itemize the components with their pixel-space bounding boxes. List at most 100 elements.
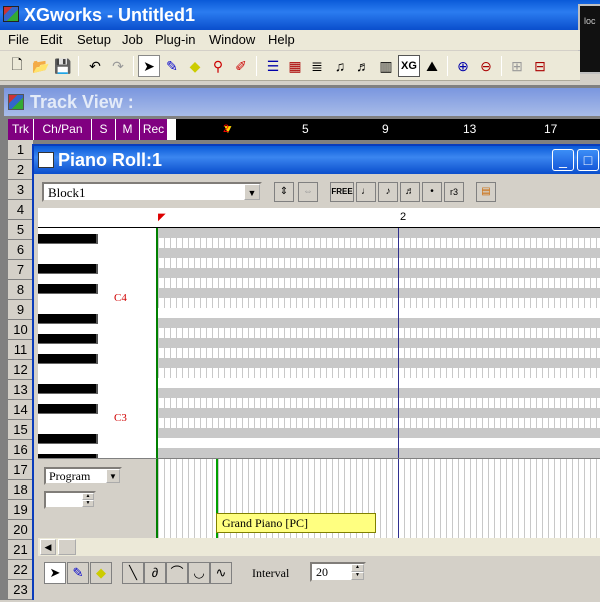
- header-rec[interactable]: Rec: [140, 119, 168, 140]
- free-grid-button[interactable]: FREE: [330, 182, 354, 202]
- zoom-x-icon[interactable]: ⊞: [506, 55, 528, 77]
- menu-help[interactable]: Help: [268, 32, 295, 47]
- minimize-button[interactable]: _: [552, 149, 574, 171]
- menu-window[interactable]: Window: [209, 32, 255, 47]
- track-row-number[interactable]: 9: [8, 300, 34, 320]
- start-marker-icon[interactable]: ◤: [158, 212, 166, 223]
- track-row-number[interactable]: 21: [8, 540, 34, 560]
- eraser-icon[interactable]: ◆: [90, 562, 112, 584]
- block-select[interactable]: Block1 ▼: [42, 182, 262, 202]
- controller-type-select[interactable]: Program ▼: [44, 467, 122, 485]
- new-file-icon[interactable]: 🗋: [6, 55, 28, 77]
- menu-plugin[interactable]: Plug-in: [155, 32, 195, 47]
- track-row-number[interactable]: 3: [8, 180, 34, 200]
- menu-job[interactable]: Job: [122, 32, 143, 47]
- mixer-icon[interactable]: ⛰: [421, 55, 443, 77]
- dotted-note-icon[interactable]: •: [422, 182, 442, 202]
- track-row-number[interactable]: 6: [8, 240, 34, 260]
- wave-tool-icon[interactable]: ∿: [210, 562, 232, 584]
- black-key[interactable]: [38, 264, 98, 274]
- grid-icon[interactable]: ▥: [375, 55, 397, 77]
- score-icon[interactable]: ≣: [306, 55, 328, 77]
- piano-roll-icon[interactable]: [38, 152, 54, 168]
- program-change-event[interactable]: Grand Piano [PC]: [216, 513, 376, 533]
- maximize-button[interactable]: □: [577, 149, 599, 171]
- track-row-number[interactable]: 17: [8, 460, 34, 480]
- zoom-y-icon[interactable]: ⊟: [529, 55, 551, 77]
- track-row-number[interactable]: 15: [8, 420, 34, 440]
- select-arrow-icon[interactable]: ➤: [138, 55, 160, 77]
- curve-tool-icon[interactable]: ∂: [144, 562, 166, 584]
- zoom-out-icon[interactable]: ⊖: [475, 55, 497, 77]
- track-row-number[interactable]: 8: [8, 280, 34, 300]
- zoom-in-icon[interactable]: ⊕: [452, 55, 474, 77]
- chevron-down-icon[interactable]: ▼: [244, 184, 260, 200]
- black-key[interactable]: [38, 334, 98, 344]
- menu-edit[interactable]: Edit: [40, 32, 62, 47]
- eraser-icon[interactable]: ◆: [184, 55, 206, 77]
- header-mute[interactable]: M: [116, 119, 140, 140]
- xgworks-app-icon[interactable]: [3, 6, 19, 22]
- event-list-icon[interactable]: ▦: [284, 55, 306, 77]
- header-ch-pan[interactable]: Ch/Pan: [34, 119, 92, 140]
- header-trk[interactable]: Trk: [8, 119, 34, 140]
- track-row-number[interactable]: 22: [8, 560, 34, 580]
- track-row-number[interactable]: 23: [8, 580, 34, 600]
- spin-down-icon[interactable]: ▼: [82, 500, 94, 507]
- note-grid[interactable]: [158, 228, 600, 458]
- marker-icon[interactable]: ✐: [230, 55, 252, 77]
- open-folder-icon[interactable]: 📂: [30, 55, 52, 77]
- redo-icon[interactable]: ↷: [107, 55, 129, 77]
- track-row-number[interactable]: 1: [8, 140, 34, 160]
- piano-keyboard[interactable]: C4 C3: [38, 228, 158, 458]
- black-key[interactable]: [38, 354, 98, 364]
- brush-icon[interactable]: ⚲: [207, 55, 229, 77]
- track-row-number[interactable]: 20: [8, 520, 34, 540]
- triplet-button[interactable]: r3: [444, 182, 464, 202]
- black-key[interactable]: [38, 384, 98, 394]
- black-key[interactable]: [38, 284, 98, 294]
- controller-lane[interactable]: Grand Piano [PC]: [158, 458, 600, 539]
- track-row-number[interactable]: 19: [8, 500, 34, 520]
- chevron-down-icon[interactable]: ▼: [106, 469, 120, 483]
- track-row-number[interactable]: 13: [8, 380, 34, 400]
- arc-down-tool-icon[interactable]: ◡: [188, 562, 210, 584]
- controller-view-icon[interactable]: ▤: [476, 182, 496, 202]
- track-row-number[interactable]: 14: [8, 400, 34, 420]
- black-key[interactable]: [38, 404, 98, 414]
- arc-up-tool-icon[interactable]: ⌒: [166, 562, 188, 584]
- scroll-left-icon[interactable]: ◀: [40, 539, 56, 555]
- spin-up-icon[interactable]: ▲: [82, 493, 94, 500]
- black-key[interactable]: [38, 314, 98, 324]
- black-key[interactable]: [38, 234, 98, 244]
- quarter-note-icon[interactable]: ♩: [356, 182, 376, 202]
- interval-input[interactable]: 20 ▲ ▼: [310, 562, 366, 582]
- pencil-icon[interactable]: ✎: [67, 562, 89, 584]
- track-row-number[interactable]: 7: [8, 260, 34, 280]
- menu-file[interactable]: File: [8, 32, 29, 47]
- track-row-number[interactable]: 18: [8, 480, 34, 500]
- track-ruler[interactable]: ▼ 2 5 9 13 17: [176, 119, 600, 140]
- header-solo[interactable]: S: [92, 119, 116, 140]
- expand-height-icon[interactable]: ⇕: [274, 182, 294, 202]
- drum-icon[interactable]: ♬: [352, 55, 374, 77]
- track-view-icon[interactable]: [8, 94, 24, 110]
- track-row-number[interactable]: 2: [8, 160, 34, 180]
- black-key[interactable]: [38, 434, 98, 444]
- list-editor-icon[interactable]: ☰: [262, 55, 284, 77]
- menu-setup[interactable]: Setup: [77, 32, 111, 47]
- select-arrow-icon[interactable]: ➤: [44, 562, 66, 584]
- scroll-thumb[interactable]: [58, 539, 76, 555]
- horizontal-scrollbar[interactable]: ◀: [38, 538, 600, 556]
- line-tool-icon[interactable]: ╲: [122, 562, 144, 584]
- track-row-number[interactable]: 11: [8, 340, 34, 360]
- xg-editor-icon[interactable]: XG: [398, 55, 420, 77]
- controller-value-spinner[interactable]: ▲ ▼: [44, 491, 96, 509]
- track-row-number[interactable]: 12: [8, 360, 34, 380]
- staff-icon[interactable]: ♫: [329, 55, 351, 77]
- track-row-number[interactable]: 16: [8, 440, 34, 460]
- spin-down-icon[interactable]: ▼: [351, 572, 364, 580]
- track-row-number[interactable]: 10: [8, 320, 34, 340]
- sixteenth-note-icon[interactable]: ♬: [400, 182, 420, 202]
- track-row-number[interactable]: 4: [8, 200, 34, 220]
